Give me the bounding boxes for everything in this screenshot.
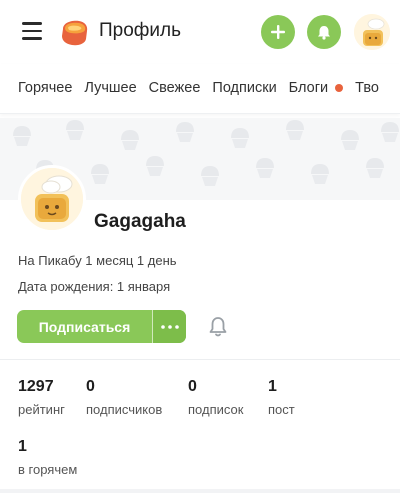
- pattern-cupcake-icon: [381, 122, 399, 142]
- pattern-cupcake-icon: [146, 156, 164, 176]
- stat-value: 0: [86, 378, 95, 395]
- tab-best[interactable]: Лучшее: [84, 80, 136, 96]
- tab-yours[interactable]: Тво: [355, 80, 379, 96]
- tab-label: Свежее: [148, 80, 201, 96]
- tab-subscriptions[interactable]: Подписки: [212, 80, 276, 96]
- pattern-cupcake-icon: [286, 120, 304, 140]
- more-options-button[interactable]: [153, 310, 186, 343]
- pattern-cupcake-icon: [176, 122, 194, 142]
- stat-following[interactable]: 0 подписок: [188, 378, 243, 417]
- tab-label: Блоги: [288, 80, 329, 96]
- section-divider: [0, 359, 400, 360]
- new-indicator-dot: [335, 84, 344, 92]
- stat-label: пост: [268, 402, 295, 417]
- pattern-cupcake-icon: [231, 128, 249, 148]
- chef-toast-icon: [354, 14, 390, 50]
- profile-avatar[interactable]: [18, 165, 86, 233]
- pattern-cupcake-icon: [91, 164, 109, 184]
- tab-fresh[interactable]: Свежее: [149, 80, 201, 96]
- feed-tabs: Горячее Лучшее Свежее Подписки Блоги Тво: [0, 64, 400, 114]
- menu-icon[interactable]: [22, 22, 42, 40]
- tab-label: Тво: [355, 80, 379, 96]
- pattern-cupcake-icon: [66, 120, 84, 140]
- stat-value: 1: [18, 438, 27, 455]
- tab-label: Горячее: [18, 80, 73, 96]
- page-title: Профиль: [99, 20, 182, 41]
- stat-label: подписчиков: [86, 402, 163, 417]
- stat-value: 0: [188, 378, 197, 395]
- subscribe-button[interactable]: Подписаться: [17, 310, 152, 343]
- pattern-cupcake-icon: [366, 158, 384, 178]
- stat-posts[interactable]: 1 пост: [268, 378, 295, 417]
- user-avatar[interactable]: [354, 14, 390, 50]
- pattern-cupcake-icon: [256, 158, 274, 178]
- member-since: На Пикабу 1 месяц 1 день: [18, 253, 177, 268]
- bell-icon: [318, 25, 330, 40]
- stat-hot[interactable]: 1 в горячем: [18, 438, 77, 477]
- stat-followers[interactable]: 0 подписчиков: [86, 378, 162, 417]
- pattern-cupcake-icon: [121, 130, 139, 150]
- stat-value: 1297: [18, 378, 54, 395]
- chef-toast-icon: [21, 168, 83, 230]
- pattern-cupcake-icon: [201, 166, 219, 186]
- stat-label: подписок: [188, 402, 244, 417]
- notifications-button[interactable]: [307, 15, 341, 49]
- tab-blogs[interactable]: Блоги: [288, 80, 344, 96]
- birthday: Дата рождения: 1 января: [18, 279, 171, 294]
- stat-label: в горячем: [18, 462, 78, 477]
- tab-hot[interactable]: Горячее: [18, 80, 72, 96]
- stat-label: рейтинг: [18, 402, 65, 417]
- pattern-cupcake-icon: [341, 130, 359, 150]
- logo-icon[interactable]: [57, 15, 91, 49]
- add-post-button[interactable]: [261, 15, 295, 49]
- subscribe-button-group: Подписаться: [17, 310, 186, 343]
- bell-outline-icon[interactable]: [208, 316, 228, 338]
- stat-value: 1: [268, 378, 277, 395]
- more-dots-icon: [160, 324, 179, 329]
- tab-label: Лучшее: [84, 80, 137, 96]
- profile-username: Gagagaha: [94, 211, 186, 232]
- pattern-cupcake-icon: [311, 164, 329, 184]
- bottom-divider: [0, 489, 400, 493]
- pattern-cupcake-icon: [13, 126, 31, 146]
- tab-label: Подписки: [212, 80, 277, 96]
- stat-rating: 1297 рейтинг: [18, 378, 65, 417]
- top-header: Профиль: [0, 0, 400, 64]
- plus-icon: [271, 25, 285, 39]
